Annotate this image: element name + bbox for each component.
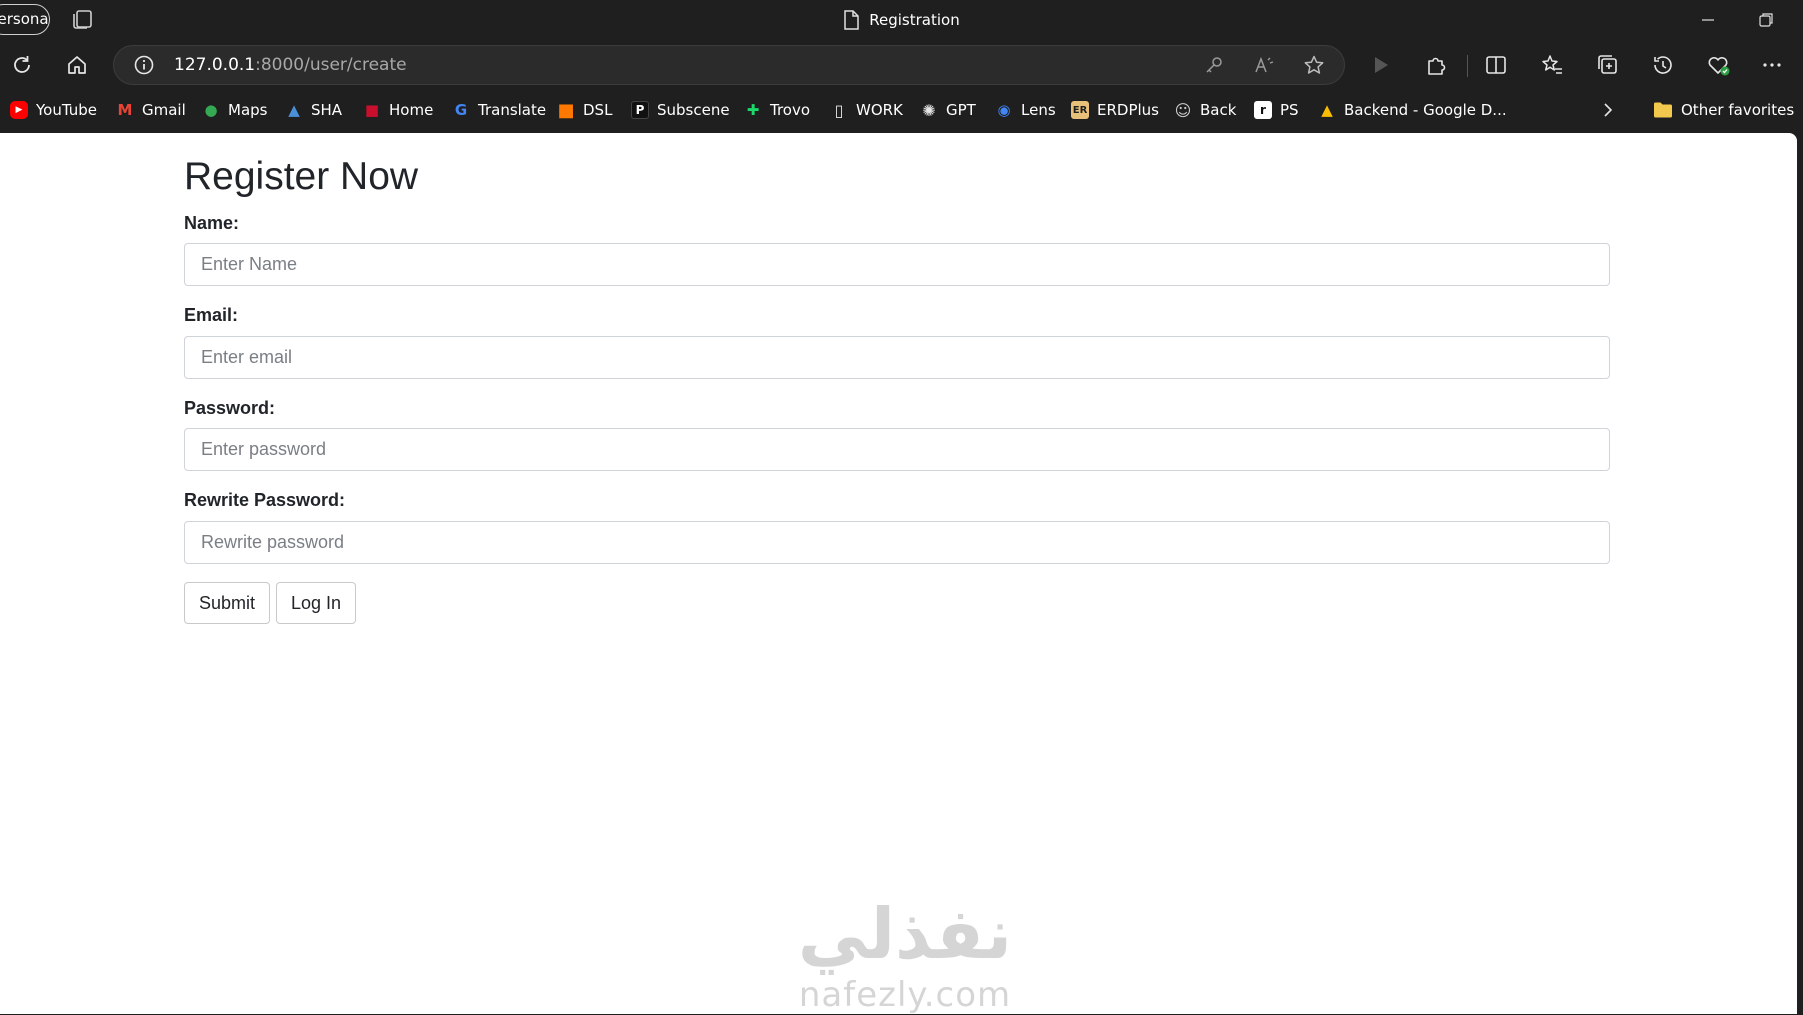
- toolbar-divider: [1467, 55, 1468, 77]
- favorites-icon[interactable]: [1539, 52, 1565, 78]
- login-button[interactable]: Log In: [276, 582, 357, 624]
- name-input[interactable]: [184, 243, 1610, 286]
- google-drive-icon: ▲: [1321, 101, 1333, 119]
- favorite-label: SHA: [311, 101, 343, 119]
- play-icon[interactable]: [1367, 52, 1393, 78]
- extensions-icon[interactable]: [1423, 52, 1449, 78]
- window-title: Registration: [0, 0, 1803, 40]
- favorite-item[interactable]: ◉ Lens: [995, 90, 1056, 130]
- page-icon: ▯: [834, 100, 844, 120]
- history-icon[interactable]: [1650, 52, 1676, 78]
- favorite-item[interactable]: ■ DSL: [557, 90, 612, 130]
- browser-toolbar: 127.0.0.1:8000/user/create: [0, 40, 1803, 90]
- browser-essentials-icon[interactable]: [1705, 52, 1731, 78]
- site-info-icon[interactable]: [133, 54, 155, 76]
- favorite-label: ERDPlus: [1097, 101, 1159, 119]
- favorite-label: Translate: [478, 101, 547, 119]
- translate-icon: G: [454, 101, 468, 119]
- favorite-item[interactable]: ▲ SHA: [285, 90, 342, 130]
- title-bar: Personal Registration: [0, 0, 1803, 40]
- refresh-icon[interactable]: [9, 52, 35, 78]
- favorite-label: YouTube: [36, 101, 97, 119]
- chevron-right-icon[interactable]: [1598, 100, 1618, 120]
- dsl-icon: ■: [557, 99, 575, 121]
- minimize-icon[interactable]: [1696, 8, 1720, 32]
- password-input[interactable]: [184, 428, 1610, 471]
- rewrite-password-input[interactable]: [184, 521, 1610, 564]
- read-aloud-icon[interactable]: [1253, 54, 1275, 76]
- page-icon: [844, 10, 860, 30]
- email-input[interactable]: [184, 336, 1610, 379]
- youtube-icon: ▶: [10, 101, 28, 119]
- gmail-icon: M: [117, 101, 133, 119]
- favorite-label: Maps: [228, 101, 268, 119]
- favorite-item[interactable]: ✺ GPT: [920, 90, 976, 130]
- favorite-item[interactable]: ☺ Back: [1174, 90, 1237, 130]
- favorite-item[interactable]: r PS: [1254, 90, 1299, 130]
- home-flag-icon: ■: [364, 101, 380, 119]
- watermark-arabic: نفذلي: [797, 893, 1013, 975]
- lens-icon: ◉: [997, 101, 1011, 119]
- favorite-item[interactable]: ER ERDPlus: [1071, 90, 1159, 130]
- favorite-item[interactable]: ▶ YouTube: [10, 90, 97, 130]
- favorite-item[interactable]: ■ Home: [363, 90, 433, 130]
- collections-icon[interactable]: [1595, 52, 1621, 78]
- favorite-label: PS: [1280, 101, 1299, 119]
- watermark-logo: نفذلي nafezly.com: [790, 893, 1020, 1015]
- favorites-bar: Other favorites ▶ YouTube M Gmail ● Maps ▲ SHA ■…: [0, 90, 1803, 132]
- address-bar[interactable]: 127.0.0.1:8000/user/create: [113, 45, 1345, 85]
- favorite-label: Home: [389, 101, 434, 119]
- contact-icon: ☺: [1174, 100, 1192, 120]
- favorite-item[interactable]: ✚ Trovo: [744, 90, 810, 130]
- page-content: Register Now Name: Email: Password: Rewr…: [0, 133, 1797, 1015]
- favorite-label: WORK: [856, 101, 903, 119]
- password-key-icon[interactable]: [1203, 54, 1225, 76]
- favorite-label: Back: [1200, 101, 1237, 119]
- trovo-icon: ✚: [746, 101, 760, 119]
- favorite-label: Lens: [1021, 101, 1056, 119]
- other-favorites[interactable]: Other favorites: [1653, 90, 1794, 130]
- window-edge: [1797, 133, 1803, 1014]
- favorite-label: Trovo: [770, 101, 811, 119]
- erdplus-icon: ER: [1071, 101, 1089, 119]
- favorite-item[interactable]: P Subscene: [631, 90, 730, 130]
- favorite-item[interactable]: M Gmail: [116, 90, 186, 130]
- url-path: :8000/user/create: [255, 55, 407, 75]
- folder-icon: [1654, 102, 1672, 118]
- favorite-item[interactable]: ● Maps: [202, 90, 267, 130]
- url-text[interactable]: 127.0.0.1:8000/user/create: [174, 46, 407, 86]
- password-label: Password:: [184, 398, 276, 418]
- split-screen-icon[interactable]: [1483, 52, 1509, 78]
- favorite-label: Backend - Google D...: [1344, 101, 1507, 119]
- name-label: Name:: [184, 213, 240, 233]
- other-favorites-label: Other favorites: [1681, 101, 1795, 119]
- subscene-icon: P: [631, 101, 649, 119]
- more-options-icon[interactable]: [1759, 52, 1785, 78]
- favorite-label: Gmail: [142, 101, 186, 119]
- restore-icon[interactable]: [1754, 8, 1778, 32]
- watermark-latin: nafezly.com: [798, 975, 1012, 1015]
- ps-icon: r: [1254, 101, 1272, 119]
- page-title: Register Now: [184, 155, 419, 198]
- rewrite-password-label: Rewrite Password:: [184, 490, 346, 510]
- maps-icon: ●: [204, 101, 218, 119]
- favorite-item[interactable]: ▲ Backend - Google D...: [1318, 90, 1507, 130]
- favorite-item[interactable]: G Translate: [452, 90, 546, 130]
- favorite-star-icon[interactable]: [1303, 54, 1325, 76]
- submit-button[interactable]: Submit: [184, 582, 271, 624]
- home-icon[interactable]: [64, 52, 90, 78]
- openai-icon: ✺: [922, 100, 936, 120]
- url-host: 127.0.0.1: [174, 55, 256, 75]
- favorite-label: DSL: [583, 101, 613, 119]
- favorite-item[interactable]: ▯ WORK: [830, 90, 903, 130]
- favorite-label: Subscene: [657, 101, 730, 119]
- email-label: Email:: [184, 305, 239, 325]
- sha-icon: ▲: [288, 101, 300, 119]
- favorite-label: GPT: [946, 101, 976, 119]
- window-title-text: Registration: [869, 11, 960, 29]
